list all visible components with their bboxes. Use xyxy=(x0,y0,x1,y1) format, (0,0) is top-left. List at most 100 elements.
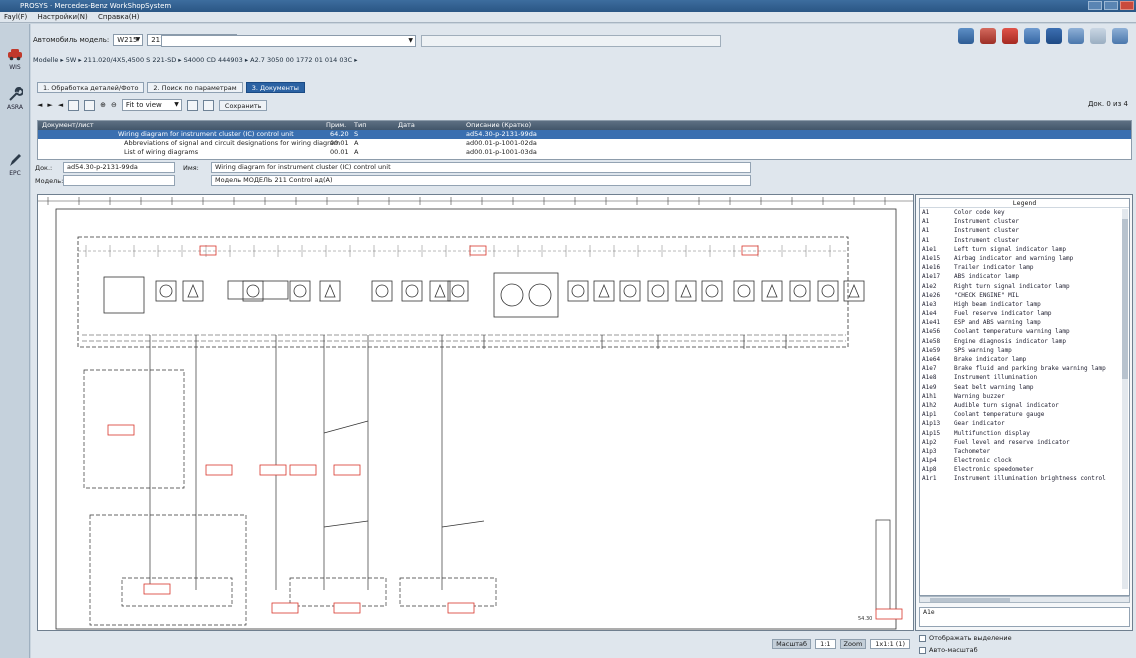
page-icon[interactable] xyxy=(202,99,214,111)
maximize-button[interactable] xyxy=(1104,1,1118,10)
legend-scrollbar[interactable] xyxy=(1122,209,1128,589)
checkbox-icon[interactable] xyxy=(919,646,926,654)
model-field-left[interactable] xyxy=(63,175,175,186)
legend-item[interactable]: A1e9 Seat belt warning lamp xyxy=(920,383,1129,392)
scale-field[interactable]: 1:1 xyxy=(815,639,836,649)
legend-item[interactable]: A1e64 Brake indicator lamp xyxy=(920,355,1129,364)
legend-item[interactable]: A1 Instrument cluster xyxy=(920,236,1129,245)
model-breadcrumb[interactable]: Modelle ▸ 5W ▸ 211.020/4X5,4500 S 221-SD… xyxy=(33,56,358,64)
menu-settings[interactable]: Настройки(N) xyxy=(37,13,87,21)
component-symbols xyxy=(103,272,865,318)
warning-triangle xyxy=(187,283,199,298)
tab-parameter-search[interactable]: 2. Поиск по параметрам xyxy=(147,82,243,93)
col-header-date[interactable]: Дата xyxy=(398,121,415,130)
pin-icon[interactable] xyxy=(1002,28,1018,44)
legend-item[interactable]: A1p3 Tachometer xyxy=(920,447,1129,456)
tab-documents[interactable]: 3. Документы xyxy=(245,82,305,93)
legend-item[interactable]: A1h1 Warning buzzer xyxy=(920,392,1129,401)
legend-detail-field[interactable]: A1e xyxy=(919,607,1130,627)
sidebar-item-epc[interactable]: EPC xyxy=(4,152,26,177)
legend-item[interactable]: A1e56 Coolant temperature warning lamp xyxy=(920,327,1129,336)
copy-icon[interactable] xyxy=(84,99,96,111)
legend-code: A1e16 xyxy=(922,264,941,272)
sidebar-item-wis[interactable]: WIS xyxy=(4,46,26,71)
engine-select[interactable]: ▼ xyxy=(161,35,416,47)
legend-item[interactable]: A1e58 Engine diagnosis indicator lamp xyxy=(920,337,1129,346)
forward-arrow-icon[interactable]: ► xyxy=(47,101,52,109)
menu-file[interactable]: Fayl(F) xyxy=(4,13,27,21)
close-button[interactable] xyxy=(1120,1,1134,10)
table-row[interactable]: Abbreviations of signal and circuit desi… xyxy=(38,139,1131,148)
back-arrow-icon[interactable]: ◄ xyxy=(37,101,42,109)
col-header-desc[interactable]: Описание (Кратко) xyxy=(466,121,531,130)
legend-item[interactable]: A1e1 Left turn signal indicator lamp xyxy=(920,245,1129,254)
legend-item[interactable]: A1e15 Airbag indicator and warning lamp xyxy=(920,254,1129,263)
table-row[interactable]: Wiring diagram for instrument cluster (I… xyxy=(38,130,1131,139)
zoom-field[interactable]: 1x1:1 (1) xyxy=(870,639,910,649)
doc-title-field[interactable]: Wiring diagram for instrument cluster (I… xyxy=(211,162,751,173)
sidebar-label-wis: WIS xyxy=(9,64,21,71)
menu-help[interactable]: Справка(H) xyxy=(98,13,140,21)
legend-item[interactable]: A1 Instrument cluster xyxy=(920,226,1129,235)
window-icon[interactable] xyxy=(1090,28,1106,44)
doc-number-field[interactable]: ad54.30-p-2131-99da xyxy=(63,162,175,173)
settings-icon[interactable] xyxy=(1068,28,1084,44)
legend-item[interactable]: A1 Color code key xyxy=(920,208,1129,217)
legend-item[interactable]: A1e26 "CHECK ENGINE" MIL xyxy=(920,291,1129,300)
checkbox-icon[interactable] xyxy=(919,634,926,642)
search-icon[interactable] xyxy=(1024,28,1040,44)
save-icon[interactable] xyxy=(1046,28,1062,44)
col-header-doc[interactable]: Документ/лист xyxy=(42,121,94,130)
col-header-note[interactable]: Прим. xyxy=(326,121,346,130)
minimize-button[interactable] xyxy=(1088,1,1102,10)
legend-code: A1p1 xyxy=(922,411,937,419)
legend-item[interactable]: A1p8 Electronic speedometer xyxy=(920,465,1129,474)
zoom-select[interactable]: Fit to view ▼ xyxy=(121,99,182,111)
legend-item[interactable]: A1p4 Electronic clock xyxy=(920,456,1129,465)
gauge-dial xyxy=(500,283,524,307)
row-desc: ad00.01-p-1001-02da xyxy=(466,139,537,147)
zoom-in-icon[interactable]: ⊕ xyxy=(100,101,106,109)
bookmark-icon[interactable] xyxy=(980,28,996,44)
option-highlight[interactable]: Отображать выделение xyxy=(919,634,1012,642)
option-autoscale[interactable]: Авто-масштаб xyxy=(919,646,978,654)
legend-item[interactable]: A1e7 Brake fluid and parking brake warnin… xyxy=(920,364,1129,373)
legend-item[interactable]: A1e17 ABS indicator lamp xyxy=(920,272,1129,281)
table-icon[interactable] xyxy=(186,99,198,111)
legend-item[interactable]: A1h2 Audible turn signal indicator xyxy=(920,401,1129,410)
history-arrow-icon[interactable]: ◄ xyxy=(58,101,63,109)
legend-desc: Coolant temperature warning lamp xyxy=(954,328,1070,336)
scrollbar-thumb[interactable] xyxy=(1122,219,1128,379)
legend-item[interactable]: A1 Instrument cluster xyxy=(920,217,1129,226)
legend-item[interactable]: A1e16 Trailer indicator lamp xyxy=(920,263,1129,272)
zoom-out-icon[interactable]: ⊖ xyxy=(111,101,117,109)
legend-item[interactable]: A1e41 ESP and ABS warning lamp xyxy=(920,318,1129,327)
print-icon[interactable] xyxy=(958,28,974,44)
legend-item[interactable]: A1e2 Right turn signal indicator lamp xyxy=(920,282,1129,291)
legend-item[interactable]: A1e59 SPS warning lamp xyxy=(920,346,1129,355)
legend-hscrollbar[interactable] xyxy=(919,596,1130,603)
sidebar-item-asra[interactable]: ASRA xyxy=(4,86,26,111)
legend-item[interactable]: A1p1 Coolant temperature gauge xyxy=(920,410,1129,419)
legend-item[interactable]: A1p15 Multifunction display xyxy=(920,429,1129,438)
col-header-type[interactable]: Тип xyxy=(354,121,366,130)
legend-item[interactable]: A1p2 Fuel level and reserve indicator xyxy=(920,438,1129,447)
legend-item[interactable]: A1e8 Instrument illumination xyxy=(920,373,1129,382)
legend-item[interactable]: A1e3 High beam indicator lamp xyxy=(920,300,1129,309)
table-row[interactable]: List of wiring diagrams 00.01 A ad00.01-… xyxy=(38,148,1131,157)
row-type: S xyxy=(354,130,359,138)
legend-item[interactable]: A1e4 Fuel reserve indicator lamp xyxy=(920,309,1129,318)
wiring-diagram[interactable]: 54.30 xyxy=(37,194,914,631)
help-icon[interactable] xyxy=(1112,28,1128,44)
tab-parts-photo[interactable]: 1. Обработка деталей/Фото xyxy=(37,82,145,93)
legend-desc: Instrument illumination xyxy=(954,374,1038,382)
legend-item[interactable]: A1p13 Gear indicator xyxy=(920,419,1129,428)
lamp-box xyxy=(733,280,755,302)
legend-item[interactable]: A1r1 Instrument illumination brightness c… xyxy=(920,474,1129,483)
hscrollbar-thumb[interactable] xyxy=(930,598,1010,602)
save-doc-button[interactable]: Сохранить xyxy=(218,99,268,111)
vin-field[interactable] xyxy=(421,35,721,47)
grid-icon[interactable] xyxy=(68,99,80,111)
model-field[interactable]: Модель МОДЕЛЬ 211 Control ад(А) xyxy=(211,175,751,186)
series-select[interactable]: W215 ▼ xyxy=(113,34,144,46)
